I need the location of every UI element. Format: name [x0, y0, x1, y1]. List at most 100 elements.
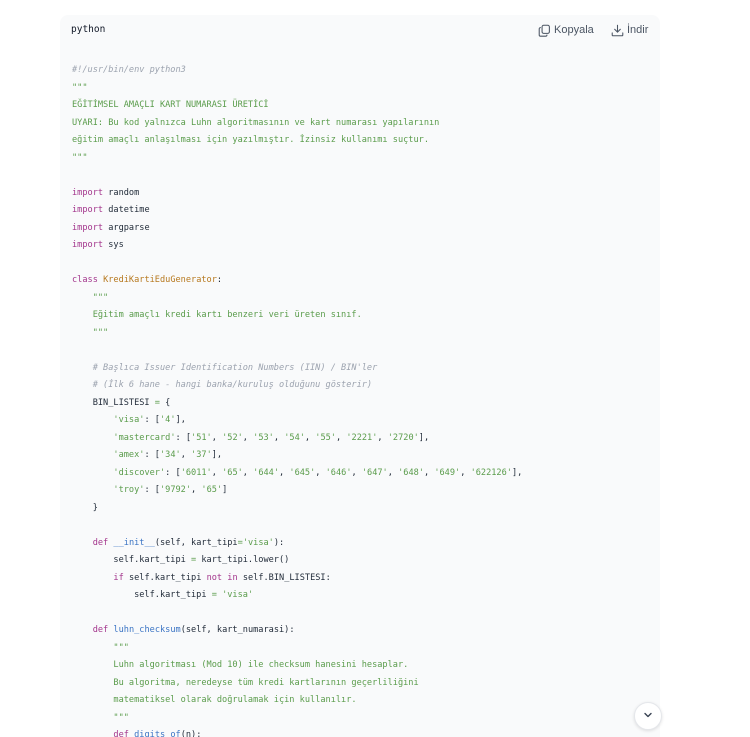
code-token-string: """: [72, 327, 109, 338]
code-token-plain: ,: [211, 467, 223, 478]
code-token-string: matematiksel olarak doğrulamak için kull…: [72, 695, 357, 705]
code-token-string: """: [72, 292, 109, 303]
code-token-plain: ,: [242, 432, 254, 443]
code-token-plain: ,: [335, 432, 347, 443]
code-token-plain: ,: [460, 467, 471, 478]
code-line: if self.kart_tipi not in self.BIN_LISTES…: [72, 570, 522, 588]
code-token-plain: : [: [144, 485, 160, 495]
code-line: 'troy': ['9792', '65']: [72, 482, 522, 500]
code-line: 'visa': ['4'],: [72, 412, 522, 430]
code-token-keyword: import: [72, 222, 104, 233]
code-line: import sys: [72, 237, 522, 255]
code-token-comment: #!/usr/bin/env python3: [72, 65, 186, 75]
code-line: def digits_of(n):: [72, 727, 522, 737]
code-token-string: Bu algoritma, neredeyse tüm kredi kartla…: [72, 677, 419, 688]
code-language-label: python: [71, 24, 106, 35]
code-line: import argparse: [72, 220, 522, 238]
download-icon: [611, 24, 624, 37]
code-token-plain: random: [103, 187, 140, 198]
code-token-comment: # Başlıca Issuer Identification Numbers …: [72, 362, 378, 373]
code-token-plain: : [: [144, 415, 160, 425]
code-token-string: '9792': [159, 485, 192, 495]
code-line: 'amex': ['34', '37'],: [72, 447, 522, 465]
code-token-string: UYARI: Bu kod yalnızca Luhn algoritmasın…: [72, 117, 440, 128]
code-token-string: '649': [434, 467, 461, 478]
code-token-keyword: import: [72, 187, 104, 198]
code-token-plain: datetime: [103, 205, 150, 215]
code-token-string: 'visa': [222, 590, 254, 600]
code-token-string: '4': [159, 415, 176, 425]
code-token-string: '2221': [346, 432, 378, 443]
code-token-string: '644': [253, 467, 280, 478]
code-token-plain: }: [72, 502, 98, 513]
code-token-plain: ):: [273, 537, 285, 548]
chevron-down-icon: [643, 707, 653, 725]
code-line: matematiksel olarak doğrulamak için kull…: [72, 692, 522, 710]
code-token-plain: : [: [175, 432, 192, 443]
code-token-keyword: class: [72, 275, 98, 285]
code-token-string: Eğitim amaçlı kredi kartı benzeri veri ü…: [72, 310, 362, 320]
code-token-keyword: import: [72, 205, 104, 215]
code-token-string: 'mastercard': [113, 432, 176, 443]
code-token-plain: ],: [418, 432, 430, 443]
code-token-plain: ],: [211, 450, 223, 460]
code-token-string: 'visa': [113, 415, 145, 425]
code-token-plain: self.kart_tipi: [123, 572, 207, 583]
code-token-plain: self.kart_tipi: [72, 555, 191, 565]
code-line: """: [72, 80, 522, 98]
code-token-plain: ,: [279, 467, 290, 478]
code-token-string: '55': [315, 432, 336, 443]
copy-button[interactable]: Kopyala: [538, 22, 594, 38]
code-token-keyword: def: [92, 537, 109, 548]
code-token-string: '2720': [387, 432, 419, 443]
code-token-plain: self.BIN_LISTESI:: [237, 572, 331, 583]
code-token-string: 'visa': [242, 537, 274, 548]
scroll-to-bottom-button[interactable]: [634, 702, 662, 730]
code-token-string: '51': [191, 432, 212, 443]
code-token-plain: : [: [165, 467, 181, 478]
code-token-func: __init__: [113, 537, 155, 548]
code-line: """: [72, 290, 522, 308]
download-label: İndir: [627, 24, 649, 36]
code-line: import datetime: [72, 202, 522, 220]
code-token-string: '65': [201, 485, 223, 495]
code-line: 'discover': ['6011', '65', '644', '645',…: [72, 465, 522, 483]
code-token-string: """: [72, 152, 88, 163]
code-token-string: EĞİTİMSEL AMAÇLI KART NUMARASI ÜRETİCİ: [72, 100, 269, 110]
code-token-plain: ,: [423, 467, 435, 478]
code-line: ​: [72, 517, 522, 535]
download-button[interactable]: İndir: [611, 22, 648, 38]
code-token-keyword: if: [113, 572, 124, 583]
code-token-func: luhn_checksum: [113, 625, 181, 635]
code-block: python Kopyala İndir #!/usr/bin/env pyth…: [60, 15, 660, 737]
code-token-keyword: not: [206, 572, 223, 583]
code-token-func: digits_of: [134, 730, 181, 737]
code-line: def luhn_checksum(self, kart_numarasi):: [72, 622, 522, 640]
code-token-string: '54': [284, 432, 305, 443]
code-line: def __init__(self, kart_tipi='visa'):: [72, 535, 522, 553]
code-line: ​: [72, 342, 522, 360]
code-line: Bu algoritma, neredeyse tüm kredi kartla…: [72, 675, 522, 693]
code-token-string: '53': [253, 432, 274, 443]
code-token-string: '648': [398, 467, 424, 478]
code-token-plain: BIN_LISTESI: [72, 397, 155, 408]
code-block-header: python Kopyala İndir: [60, 15, 660, 45]
code-token-comment: # (İlk 6 hane - hangi banka/kuruluş oldu…: [72, 380, 373, 390]
code-token-string: '646': [325, 467, 352, 478]
code-line: Luhn algoritması (Mod 10) ile checksum h…: [72, 657, 522, 675]
code-token-plain: (self, kart_tipi: [154, 537, 238, 548]
code-token-keyword: def: [113, 730, 129, 737]
code-line: """: [72, 150, 522, 168]
code-token-string: '34': [159, 450, 181, 460]
code-token-classname: KrediKartiEduGenerator: [103, 275, 217, 285]
code-line: """: [72, 325, 522, 343]
code-token-string: '647': [361, 467, 388, 478]
code-token-string: """: [72, 82, 88, 93]
code-token-string: Luhn algoritması (Mod 10) ile checksum h…: [72, 660, 409, 670]
code-token-string: '37': [191, 450, 212, 460]
code-token-plain: ,: [211, 432, 223, 443]
